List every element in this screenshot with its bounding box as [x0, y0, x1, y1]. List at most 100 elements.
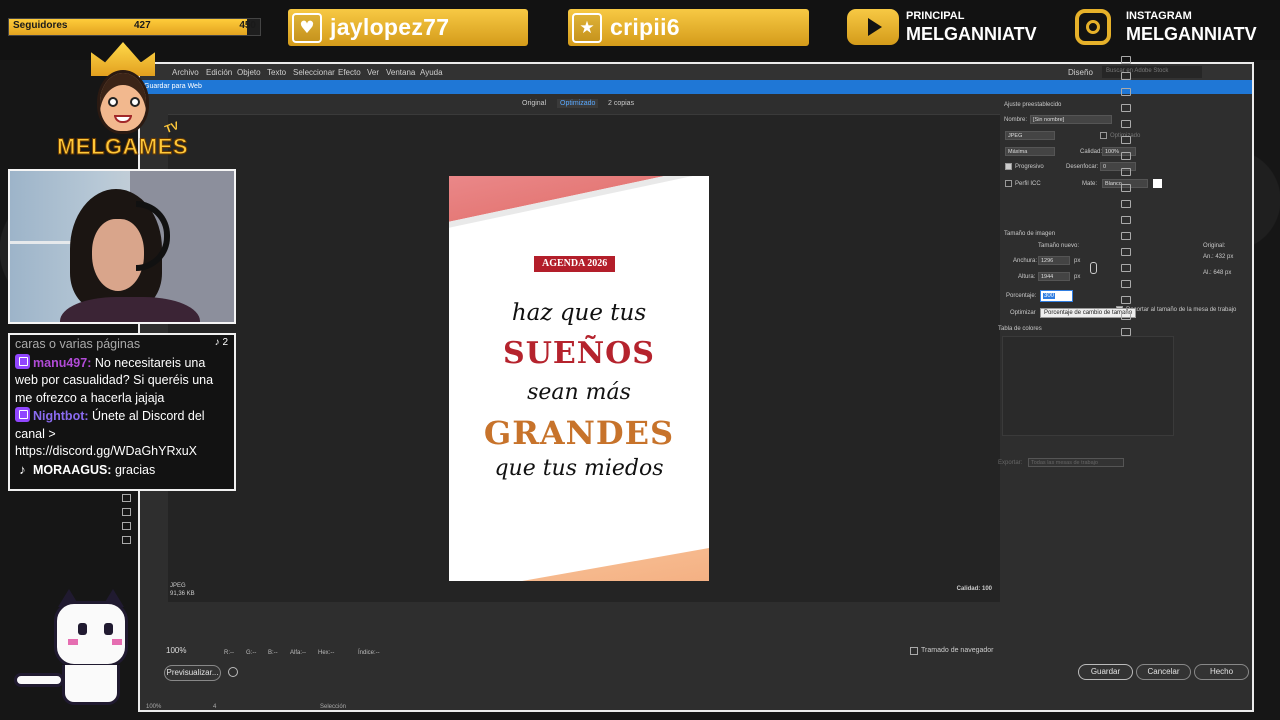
- pathfinder-icon[interactable]: [1121, 248, 1131, 256]
- menu-seleccionar[interactable]: Seleccionar: [293, 68, 335, 77]
- youtube-handle: MELGANNIATV: [906, 23, 1037, 44]
- menu-ver[interactable]: Ver: [367, 68, 379, 77]
- chat-message: manu497: No necesitareis una web por cas…: [15, 353, 229, 408]
- chat-text: gracias: [111, 462, 156, 477]
- tab-original[interactable]: Original: [522, 100, 546, 107]
- tiktok-viewers-badge: ♪ 2: [214, 337, 228, 348]
- cancel-button[interactable]: Cancelar: [1136, 664, 1191, 680]
- format-select[interactable]: JPEG: [1005, 131, 1055, 140]
- color-table: [1002, 336, 1174, 436]
- graphic-styles-icon[interactable]: [1121, 168, 1131, 176]
- export-select[interactable]: Todas las mesas de trabajo: [1028, 458, 1124, 467]
- swatches-icon[interactable]: [1121, 104, 1131, 112]
- asset-export-icon[interactable]: [1121, 328, 1131, 336]
- layers-icon[interactable]: [1121, 56, 1131, 64]
- chat-message: Nightbot: Únete al Discord del canal > h…: [15, 407, 229, 461]
- matte-swatch[interactable]: [1153, 179, 1162, 188]
- menu-efecto[interactable]: Efecto: [338, 68, 361, 77]
- percent-input[interactable]: 300: [1040, 290, 1073, 302]
- hex-readout: Hex:--: [318, 650, 335, 656]
- transparency-icon[interactable]: [1121, 184, 1131, 192]
- export-label: Exportar:: [998, 460, 1023, 466]
- stock-search-input[interactable]: Buscar en Adobe Stock: [1102, 66, 1202, 78]
- fill-stroke-icon[interactable]: [122, 522, 131, 530]
- crop-artboard-label: Recortar al tamaño de la mesa de trabajo: [1126, 307, 1237, 313]
- menu-ayuda[interactable]: Ayuda: [420, 68, 443, 77]
- followers-label: Seguidores: [13, 20, 68, 31]
- width-input[interactable]: 1296: [1038, 256, 1070, 265]
- stroke-icon[interactable]: [1121, 200, 1131, 208]
- preview-button[interactable]: Previsualizar...: [164, 665, 221, 681]
- headphones: [136, 201, 170, 271]
- dialog-title: Guardar para Web: [140, 80, 1252, 94]
- index-readout: Índice:--: [358, 650, 380, 656]
- image-size-heading: Tamaño de imagen: [1004, 231, 1056, 237]
- poster-line-5: que tus miedos: [494, 456, 664, 481]
- gradient-icon[interactable]: [1121, 216, 1131, 224]
- percent-value: 300: [1043, 293, 1056, 299]
- pixel-cat-mascot: [8, 585, 138, 713]
- poster-line-4: GRANDES: [483, 414, 675, 452]
- appearance-icon[interactable]: [1121, 152, 1131, 160]
- properties-icon[interactable]: [1121, 88, 1131, 96]
- screen-mode-icon[interactable]: [122, 536, 131, 544]
- character-icon[interactable]: [1121, 264, 1131, 272]
- paragraph-icon[interactable]: [1121, 280, 1131, 288]
- bottom-page[interactable]: 4: [213, 704, 216, 710]
- progressive-checkbox[interactable]: [1005, 163, 1012, 170]
- instagram-handle: MELGANNIATV: [1126, 23, 1257, 44]
- original-width: An.: 432 px: [1203, 254, 1234, 260]
- tab-optimizado[interactable]: Optimizado: [557, 99, 599, 108]
- menu-ventana[interactable]: Ventana: [386, 68, 415, 77]
- chat-user: MORAAGUS:: [33, 462, 112, 477]
- preset-name-select[interactable]: [Sin nombre]: [1030, 115, 1112, 124]
- followers-goal: 450: [239, 20, 256, 31]
- tab-2-copias[interactable]: 2 copias: [608, 100, 634, 107]
- file-size: 91,36 KB: [170, 591, 195, 597]
- artboards-icon[interactable]: [1121, 312, 1131, 320]
- height-input[interactable]: 1944: [1038, 272, 1070, 281]
- matte-label: Mate:: [1082, 181, 1098, 187]
- brushes-icon[interactable]: [1121, 120, 1131, 128]
- bottom-zoom[interactable]: 100%: [146, 704, 161, 710]
- webcam-feed: [8, 169, 236, 324]
- preview-area: Original Optimizado 2 copias AGENDA 2026…: [168, 94, 1000, 602]
- links-icon[interactable]: [1121, 296, 1131, 304]
- melgames-logo: MELGAMES TV: [55, 42, 190, 174]
- file-quality: Calidad: 100: [956, 586, 992, 592]
- star-icon: ★: [572, 12, 602, 43]
- zoom-tool-icon[interactable]: [122, 508, 131, 516]
- symbols-icon[interactable]: [1121, 136, 1131, 144]
- save-button[interactable]: Guardar: [1078, 664, 1133, 680]
- hand-tool-icon[interactable]: [122, 494, 131, 502]
- icc-profile-label: Perfil ICC: [1015, 181, 1041, 187]
- browser-dither-checkbox[interactable]: [910, 647, 918, 655]
- link-icon[interactable]: [1090, 262, 1097, 274]
- globe-icon[interactable]: [228, 667, 238, 677]
- original-size-label: Original:: [1203, 243, 1226, 249]
- red-readout: R:--: [224, 650, 234, 656]
- alpha-readout: Alfa:--: [290, 650, 307, 656]
- menu-objeto[interactable]: Objeto: [237, 68, 261, 77]
- color-table-heading: Tabla de colores: [998, 326, 1042, 332]
- browser-dither-label: Tramado de navegador: [921, 647, 994, 654]
- latest-sub-card: ★ cripii6: [568, 9, 809, 46]
- done-button[interactable]: Hecho: [1194, 664, 1249, 680]
- preset-heading: Ajuste preestablecido: [1004, 102, 1062, 108]
- avatar-face: [97, 70, 149, 134]
- workspace-switcher[interactable]: Diseño: [1068, 68, 1093, 77]
- menu-edicion[interactable]: Edición: [206, 68, 232, 77]
- latest-sub-name: cripii6: [610, 14, 680, 40]
- illustrator-window: Archivo Edición Objeto Texto Seleccionar…: [138, 62, 1254, 712]
- optimize-label: Optimizar: [1010, 310, 1036, 316]
- youtube-caption: PRINCIPAL: [906, 9, 965, 22]
- icc-profile-checkbox[interactable]: [1005, 180, 1012, 187]
- poster-line-3: sean más: [527, 380, 631, 405]
- menu-texto[interactable]: Texto: [267, 68, 286, 77]
- optimized-checkbox[interactable]: [1100, 132, 1107, 139]
- align-icon[interactable]: [1121, 232, 1131, 240]
- original-height: Al.: 648 px: [1203, 270, 1232, 276]
- twitch-icon: [15, 353, 30, 369]
- libraries-icon[interactable]: [1121, 72, 1131, 80]
- quality-preset-select[interactable]: Máxima: [1005, 147, 1055, 156]
